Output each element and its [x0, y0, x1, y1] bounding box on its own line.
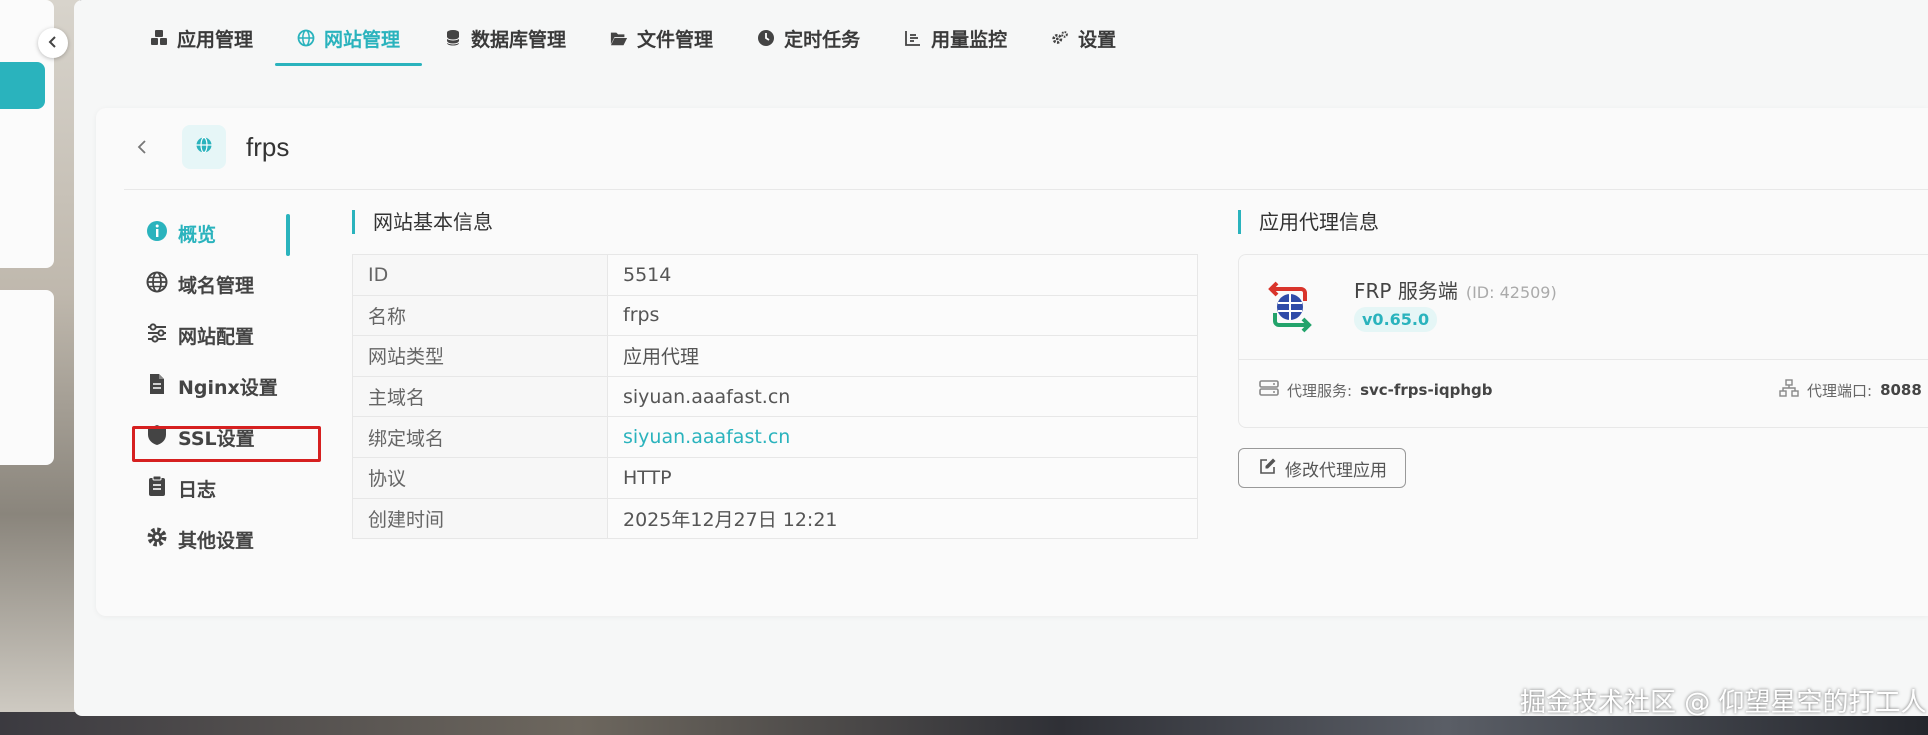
cogs-icon	[1051, 29, 1069, 47]
nav-tab-file-management[interactable]: 文件管理	[588, 10, 735, 66]
proxy-service-row: 代理服务: svc-frps-iqphgb	[1259, 379, 1492, 401]
info-value: 5514	[607, 254, 1198, 296]
nav-tab-app-management[interactable]: 应用管理	[128, 10, 275, 66]
info-value: 应用代理	[607, 335, 1198, 377]
proxy-port-label: 代理端口:	[1807, 381, 1873, 400]
nav-tab-label: 数据库管理	[471, 28, 567, 51]
proxy-port-row: 代理端口: 8088	[1779, 379, 1922, 401]
side-item-label: Nginx设置	[178, 377, 278, 399]
info-key: 协议	[352, 456, 608, 499]
server-icon	[1259, 379, 1279, 401]
info-key: 主域名	[352, 375, 608, 418]
info-key: 绑定域名	[352, 416, 608, 458]
table-row: 绑定域名 siyuan.aaafast.cn	[352, 416, 1198, 458]
nav-tab-label: 设置	[1078, 28, 1117, 51]
card-header	[124, 108, 1928, 190]
table-row: ID 5514	[352, 254, 1198, 296]
proxy-service-label: 代理服务:	[1287, 381, 1353, 400]
clipboard-icon	[146, 475, 168, 502]
info-key: 创建时间	[352, 497, 608, 540]
detail-side-menu: 概览 域名管理 网站配置 Nginx设置 SSL设置 日志 其他设置	[146, 208, 296, 565]
file-icon	[146, 373, 168, 400]
database-icon	[444, 29, 462, 47]
nav-tab-label: 文件管理	[637, 28, 714, 51]
side-item-nginx-settings[interactable]: Nginx设置	[146, 361, 296, 412]
network-icon	[1779, 379, 1799, 401]
table-row: 网站类型 应用代理	[352, 335, 1198, 377]
watermark: 掘金技术社区 @ 仰望星空的打工人	[1520, 688, 1927, 718]
active-menu-indicator	[286, 214, 290, 256]
basic-info-table: ID 5514 名称 frps 网站类型 应用代理 主域名 siyuan.aaa…	[352, 254, 1198, 540]
ssl-highlight-box	[132, 426, 321, 462]
side-item-label: 日志	[178, 479, 217, 501]
nav-tab-label: 应用管理	[177, 28, 254, 51]
nav-tab-website-management[interactable]: 网站管理	[275, 10, 423, 66]
folder-open-icon	[610, 29, 628, 47]
site-avatar	[182, 125, 226, 169]
website-detail-card: frps 概览 域名管理 网站配置 Nginx设置 SSL设置 日志 其他设置 …	[96, 108, 1928, 616]
sidebar-collapse-button[interactable]	[38, 28, 68, 58]
globe-icon	[297, 29, 315, 47]
table-row: 创建时间 2025年12月27日 12:21	[352, 497, 1198, 540]
basic-info-title: 网站基本信息	[352, 210, 493, 234]
side-item-label: 其他设置	[178, 530, 255, 552]
side-item-domain-management[interactable]: 域名管理	[146, 259, 296, 310]
outer-sidebar-active-item[interactable]	[0, 62, 45, 109]
nav-tab-settings[interactable]: 设置	[1029, 10, 1138, 66]
sliders-icon	[146, 322, 168, 349]
top-navigation: 应用管理 网站管理 数据库管理 文件管理 定时任务 用量监控 设置	[128, 10, 1138, 66]
edit-button-label: 修改代理应用	[1285, 460, 1387, 481]
outer-sidebar-panel-2	[0, 290, 54, 465]
info-key: ID	[352, 254, 608, 296]
info-value: frps	[607, 294, 1198, 337]
proxy-app-card: FRP 服务端 (ID: 42509) v0.65.0 代理服务: svc-frp…	[1238, 254, 1928, 428]
gear-icon	[146, 526, 168, 553]
nav-tab-scheduled-tasks[interactable]: 定时任务	[735, 10, 882, 66]
table-row: 名称 frps	[352, 294, 1198, 337]
info-key: 网站类型	[352, 335, 608, 377]
info-value: HTTP	[607, 456, 1198, 499]
proxy-app-id: (ID: 42509)	[1465, 283, 1557, 302]
chart-icon	[904, 29, 922, 47]
globe-icon	[195, 136, 213, 158]
globe-icon	[146, 271, 168, 298]
proxy-info-title: 应用代理信息	[1238, 210, 1379, 234]
edit-proxy-app-button[interactable]: 修改代理应用	[1238, 448, 1406, 488]
site-title: frps	[246, 132, 290, 162]
info-value: 2025年12月27日 12:21	[607, 497, 1198, 540]
proxy-app-name-row: FRP 服务端 (ID: 42509)	[1354, 275, 1557, 304]
nav-tab-label: 网站管理	[324, 28, 401, 51]
chevron-left-icon	[46, 33, 60, 54]
nav-tab-usage-monitor[interactable]: 用量监控	[882, 10, 1029, 66]
proxy-service-value: svc-frps-iqphgb	[1360, 381, 1493, 399]
table-row: 主域名 siyuan.aaafast.cn	[352, 375, 1198, 418]
proxy-port-value: 8088	[1880, 381, 1922, 399]
side-item-label: 概览	[178, 224, 217, 246]
side-item-other-settings[interactable]: 其他设置	[146, 514, 296, 565]
side-item-logs[interactable]: 日志	[146, 463, 296, 514]
nav-tab-database-management[interactable]: 数据库管理	[422, 10, 588, 66]
version-badge: v0.65.0	[1354, 307, 1438, 332]
info-key: 名称	[352, 294, 608, 337]
frp-logo	[1263, 279, 1317, 335]
table-row: 协议 HTTP	[352, 456, 1198, 499]
info-circle-icon	[146, 220, 168, 247]
side-item-label: 域名管理	[178, 275, 255, 297]
nav-tab-label: 定时任务	[784, 28, 861, 51]
bound-domain-link[interactable]: siyuan.aaafast.cn	[607, 416, 1198, 458]
edit-icon	[1259, 457, 1277, 480]
proxy-app-name: FRP 服务端	[1354, 279, 1458, 303]
side-item-overview[interactable]: 概览	[146, 208, 296, 259]
back-button[interactable]	[136, 136, 148, 160]
info-value: siyuan.aaafast.cn	[607, 375, 1198, 418]
clock-icon	[757, 29, 775, 47]
divider	[1239, 359, 1928, 360]
nav-tab-label: 用量监控	[931, 28, 1008, 51]
cubes-icon	[150, 29, 168, 47]
side-item-site-config[interactable]: 网站配置	[146, 310, 296, 361]
side-item-label: 网站配置	[178, 326, 255, 348]
